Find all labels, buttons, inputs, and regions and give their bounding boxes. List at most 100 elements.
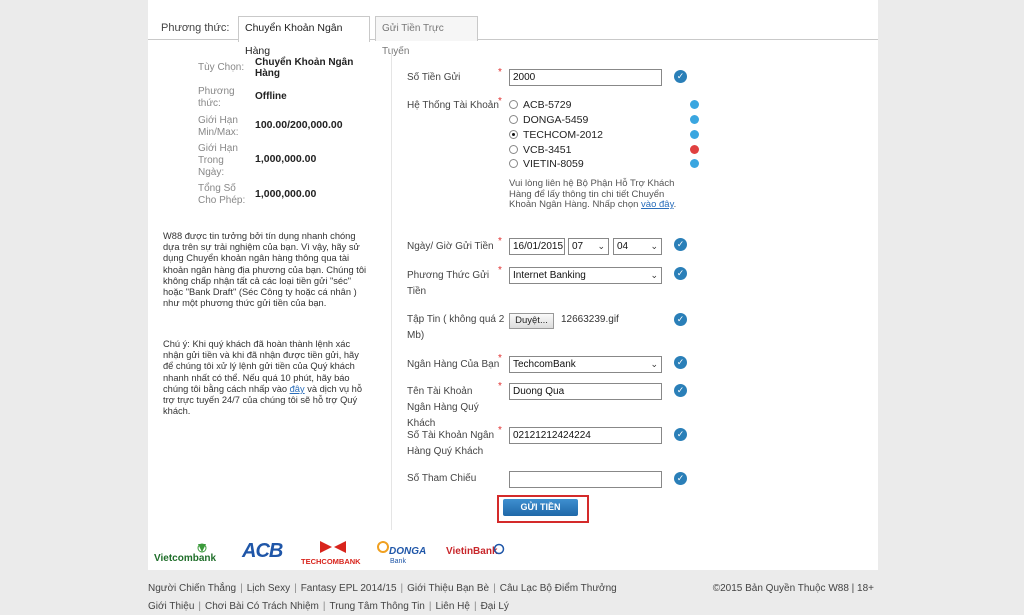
bank-option-label: VCB-3451 — [523, 144, 572, 156]
required-mark: * — [498, 96, 502, 107]
chevron-down-icon: ⌄ — [650, 359, 658, 369]
radio-button[interactable] — [509, 115, 518, 124]
info-key: Tùy Chọn: — [198, 62, 245, 73]
techcombank-emblem-icon — [320, 541, 346, 553]
method-tabs: Phương thức: Chuyển Khoản Ngân Hàng Gửi … — [148, 0, 878, 57]
techcombank-name: TECHCOMBANK — [301, 557, 361, 566]
account-name-input[interactable] — [509, 383, 662, 400]
check-icon: ✓ — [674, 472, 687, 485]
tab-bank-transfer[interactable]: Chuyển Khoản Ngân Hàng — [238, 16, 370, 57]
info-value: 100.00/200,000.00 — [255, 119, 343, 131]
required-mark: * — [498, 381, 502, 392]
check-icon: ✓ — [674, 384, 687, 397]
reference-label: Số Tham Chiếu — [407, 473, 477, 484]
intro-text: W88 được tin tưởng bởi tín dụng nhanh ch… — [163, 231, 367, 309]
vietinbank-emblem-icon — [493, 543, 505, 555]
footer-link[interactable]: Giới Thiệu Bạn Bè — [407, 583, 489, 594]
deposit-method-select[interactable]: Internet Banking ⌄ — [509, 267, 662, 284]
status-dot-icon — [690, 130, 699, 139]
bank-option-label: DONGA-5459 — [523, 114, 589, 126]
footer-link[interactable]: Chơi Bài Có Trách Nhiệm — [205, 601, 319, 612]
footer-link[interactable]: Giới Thiệu — [148, 601, 194, 612]
check-icon: ✓ — [674, 70, 687, 83]
check-icon: ✓ — [674, 267, 687, 280]
footer-link[interactable]: Câu Lạc Bộ Điểm Thưởng — [500, 583, 617, 594]
donga-sun-icon — [377, 541, 389, 553]
info-option: Tùy Chọn: Chuyển Khoản Ngân Hàng — [188, 57, 388, 87]
info-key: Giới Hạn Trong Ngày: — [198, 143, 238, 178]
radio-button[interactable] — [509, 159, 518, 168]
chevron-down-icon: ⌄ — [597, 241, 605, 251]
vietcombank-name: Vietcombank — [154, 553, 217, 564]
deposit-panel: Phương thức: Chuyển Khoản Ngân Hàng Gửi … — [148, 0, 878, 570]
donga-sub: Bank — [390, 558, 406, 565]
account-number-label: Số Tài Khoản Ngân Hàng Quý Khách — [407, 430, 495, 457]
date-input[interactable]: 16/01/2015 — [509, 238, 565, 255]
radio-button[interactable] — [509, 145, 518, 154]
status-dot-icon — [690, 145, 699, 154]
required-mark: * — [498, 265, 502, 276]
hour-value: 07 — [572, 241, 584, 252]
status-dot-icon — [690, 159, 699, 168]
date-value: 16/01/2015 — [513, 241, 564, 252]
acb-logo: ACB — [242, 540, 283, 562]
footer-separator: | — [493, 583, 496, 594]
status-dot-icon — [690, 100, 699, 109]
your-bank-label: Ngân Hàng Của Bạn — [407, 359, 500, 370]
footer-link[interactable]: Liên Hệ — [435, 601, 469, 612]
amount-input[interactable] — [509, 69, 662, 86]
minute-select[interactable]: 04 ⌄ — [613, 238, 662, 255]
footer-separator: | — [240, 583, 243, 594]
status-dot-icon — [690, 115, 699, 124]
footer-link[interactable]: Trung Tâm Thông Tin — [329, 601, 424, 612]
bank-option-vietin[interactable]: VIETIN-8059 — [509, 158, 584, 170]
bank-option-vcb[interactable]: VCB-3451 — [509, 144, 571, 156]
browse-button[interactable]: Duyệt... — [509, 313, 554, 329]
account-name-label: Tên Tài Khoản Ngân Hàng Quý Khách — [407, 386, 479, 429]
info-key: Phương thức: — [198, 86, 235, 109]
check-icon: ✓ — [674, 313, 687, 326]
footer-separator: | — [428, 601, 432, 612]
info-minmax: Giới Hạn Min/Max: 100.00/200,000.00 — [188, 115, 388, 145]
required-mark: * — [498, 236, 502, 247]
footer-links-row2: Giới Thiệu | Chơi Bài Có Trách Nhiệm | Trung… — [148, 601, 878, 612]
info-daily-limit: Giới Hạn Trong Ngày: 1,000,000.00 — [188, 143, 388, 183]
radio-button-selected[interactable] — [509, 130, 518, 139]
file-name: 12663239.gif — [561, 314, 619, 325]
method-label: Phương thức: — [161, 22, 230, 34]
donga-name: DONGA — [389, 546, 427, 557]
your-bank-select[interactable]: TechcomBank ⌄ — [509, 356, 662, 373]
footer-link[interactable]: Đại Lý — [481, 601, 509, 612]
footer-link[interactable]: Lịch Sexy — [247, 583, 290, 594]
bank-option-label: ACB-5729 — [523, 99, 572, 111]
info-key: Tổng Số Cho Phép: — [198, 183, 246, 206]
hour-select[interactable]: 07 ⌄ — [568, 238, 609, 255]
vietinbank-logo: VietinBank — [446, 543, 505, 557]
vietinbank-name: VietinBank — [446, 546, 498, 557]
info-value: Chuyển Khoản Ngân Hàng — [255, 57, 354, 79]
support-link[interactable]: đây — [290, 384, 305, 394]
check-icon: ✓ — [674, 428, 687, 441]
footer-link[interactable]: Fantasy EPL 2014/15 — [301, 583, 397, 594]
column-divider — [391, 50, 392, 530]
minute-value: 04 — [617, 241, 629, 252]
info-value: Offline — [255, 91, 287, 102]
footer-link[interactable]: Người Chiến Thắng — [148, 583, 236, 594]
contact-link[interactable]: vào đây — [641, 199, 674, 210]
your-bank-value: TechcomBank — [513, 359, 576, 370]
reference-input[interactable] — [509, 471, 662, 488]
submit-deposit-button[interactable]: GỬI TIỀN — [503, 499, 578, 516]
notice-text: Chú ý: Khi quý khách đã hoàn thành lệnh … — [163, 339, 371, 417]
required-mark: * — [498, 353, 502, 364]
bank-option-acb[interactable]: ACB-5729 — [509, 99, 571, 111]
file-label: Tập Tin ( không quá 2 Mb) — [407, 314, 505, 341]
bank-option-donga[interactable]: DONGA-5459 — [509, 114, 588, 126]
bank-option-techcom[interactable]: TECHCOM-2012 — [509, 129, 603, 141]
radio-button[interactable] — [509, 100, 518, 109]
method-field-label: Phương Thức Gửi Tiền — [407, 270, 490, 297]
check-icon: ✓ — [674, 356, 687, 369]
account-number-input[interactable] — [509, 427, 662, 444]
tab-online-deposit[interactable]: Gửi Tiền Trực Tuyến — [375, 16, 478, 57]
account-system-label: Hệ Thống Tài Khoản — [407, 100, 499, 111]
support-note-end: . — [673, 199, 677, 210]
